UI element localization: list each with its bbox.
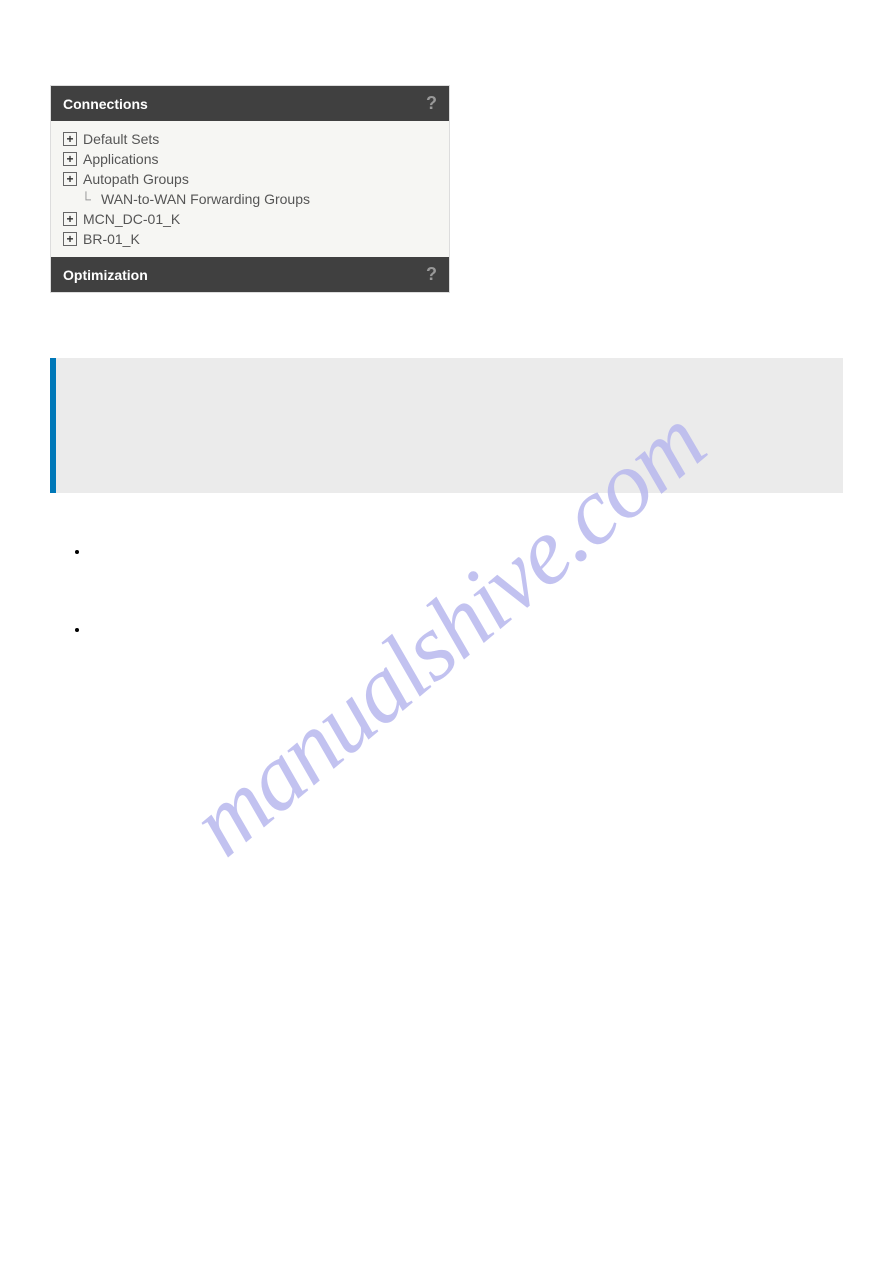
optimization-header: Optimization ? [51,257,449,292]
expand-icon[interactable]: + [63,212,77,226]
expand-icon[interactable]: + [63,152,77,166]
expand-icon[interactable]: + [63,172,77,186]
connections-tree: + Default Sets + Applications + Autopath… [51,121,449,257]
tree-item-label: WAN-to-WAN Forwarding Groups [101,191,310,207]
tree-item-br-01[interactable]: + BR-01_K [63,229,437,249]
tree-item-label: BR-01_K [83,231,140,247]
tree-item-applications[interactable]: + Applications [63,149,437,169]
tree-item-mcn-dc[interactable]: + MCN_DC-01_K [63,209,437,229]
connections-header: Connections ? [51,86,449,121]
tree-item-wan-forwarding[interactable]: └ WAN-to-WAN Forwarding Groups [63,189,437,209]
tree-connector-icon: └ [81,191,99,207]
help-icon[interactable]: ? [426,93,437,114]
optimization-title: Optimization [63,267,148,283]
note-box [50,358,843,493]
tree-item-default-sets[interactable]: + Default Sets [63,129,437,149]
expand-icon[interactable]: + [63,232,77,246]
bullet-list [50,543,843,639]
tree-item-label: Applications [83,151,159,167]
connections-panel: Connections ? + Default Sets + Applicati… [50,85,450,293]
tree-item-label: Default Sets [83,131,159,147]
list-item [90,543,843,561]
connections-title: Connections [63,96,148,112]
tree-item-label: Autopath Groups [83,171,189,187]
list-item [90,621,843,639]
tree-item-label: MCN_DC-01_K [83,211,180,227]
expand-icon[interactable]: + [63,132,77,146]
tree-item-autopath-groups[interactable]: + Autopath Groups [63,169,437,189]
help-icon[interactable]: ? [426,264,437,285]
